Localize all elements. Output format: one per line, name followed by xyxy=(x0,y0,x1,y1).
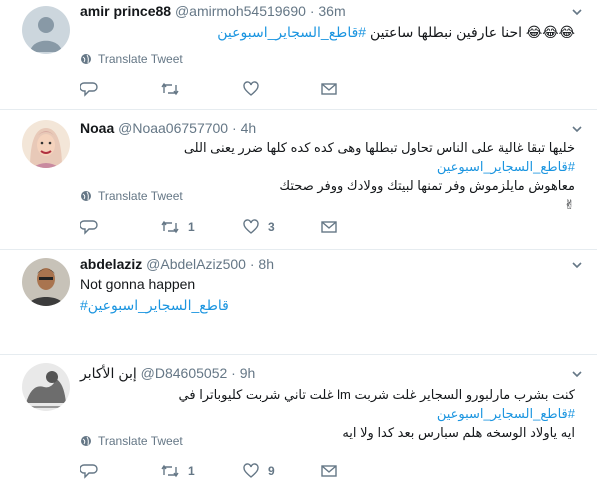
retweet-count: 1 xyxy=(188,220,195,234)
tweet-text-content: معاهوش مايلزموش وفر تمنها لبيتك وولادك و… xyxy=(279,178,575,193)
translate-tweet-button[interactable]: Translate Tweet xyxy=(80,52,183,66)
display-name[interactable]: abdelaziz xyxy=(80,256,142,272)
tweet-timestamp[interactable]: 8h xyxy=(258,256,274,272)
direct-message-button[interactable] xyxy=(320,463,338,479)
tweet-header: Noaa @Noaa06757700 · 4h xyxy=(80,120,256,136)
avatar[interactable] xyxy=(22,6,70,54)
display-name[interactable]: إبن الأكابر xyxy=(80,365,137,381)
like-count: 9 xyxy=(268,464,275,478)
user-handle[interactable]: @Noaa06757700 xyxy=(118,120,228,136)
tweet-text: Not gonna happen #قاطع_السجاير_اسبوعين xyxy=(80,275,575,315)
tweet-emoji: 😂😂😂 xyxy=(525,24,575,40)
separator-dot: · xyxy=(231,365,236,381)
tweet-actions: 1 9 xyxy=(80,463,350,483)
default-profile-icon xyxy=(22,6,70,54)
retweet-button[interactable]: 1 xyxy=(160,219,195,235)
reply-icon xyxy=(80,464,98,479)
tweet-item[interactable]: abdelaziz @AbdelAziz500 · 8h Not gonna h… xyxy=(0,250,597,355)
profile-photo-icon xyxy=(22,120,70,168)
retweet-icon xyxy=(161,464,179,478)
retweet-icon xyxy=(161,220,179,234)
like-icon xyxy=(243,463,259,478)
tweet-emoji: ✌ xyxy=(564,197,575,212)
profile-photo-icon xyxy=(22,363,70,411)
reply-button[interactable] xyxy=(80,81,106,97)
tweet-item[interactable]: Noaa @Noaa06757700 · 4h خليها تبقا غالية… xyxy=(0,110,597,250)
direct-message-icon xyxy=(321,83,337,95)
avatar[interactable] xyxy=(22,363,70,411)
caret-down-icon[interactable] xyxy=(571,123,583,135)
tweet-text-content: Not gonna happen xyxy=(80,276,196,292)
direct-message-button[interactable] xyxy=(320,219,338,235)
tweet-timestamp[interactable]: 4h xyxy=(241,120,257,136)
caret-down-icon[interactable] xyxy=(571,259,583,271)
retweet-icon xyxy=(161,82,179,96)
like-icon xyxy=(243,219,259,234)
user-handle[interactable]: @AbdelAziz500 xyxy=(146,256,246,272)
like-button[interactable] xyxy=(242,81,268,97)
tweet-timestamp[interactable]: 9h xyxy=(240,365,256,381)
user-handle[interactable]: @amirmoh54519690 xyxy=(175,3,306,19)
direct-message-icon xyxy=(321,465,337,477)
retweet-button[interactable] xyxy=(160,81,188,97)
avatar[interactable] xyxy=(22,258,70,306)
retweet-button[interactable]: 1 xyxy=(160,463,195,479)
tweet-text-content: كنت بشرب مارلبورو السجاير غلت شربت lm غل… xyxy=(178,387,575,402)
translate-tweet-button[interactable]: Translate Tweet xyxy=(80,434,183,448)
tweet-header: abdelaziz @AbdelAziz500 · 8h xyxy=(80,256,274,272)
tweet-text-content: احنا عارفين نبطلها ساعتين xyxy=(369,24,523,40)
translate-label: Translate Tweet xyxy=(98,52,183,66)
tweet-timestamp[interactable]: 36m xyxy=(318,3,345,19)
reply-icon xyxy=(80,220,98,235)
hashtag-link[interactable]: #قاطع_السجاير_اسبوعين xyxy=(437,406,575,421)
user-handle[interactable]: @D84605052 xyxy=(141,365,228,381)
globe-icon xyxy=(81,191,91,201)
tweet-item[interactable]: amir prince88 @amirmoh54519690 · 36m 😂😂😂… xyxy=(0,0,597,110)
tweet-header: إبن الأكابر @D84605052 · 9h xyxy=(80,365,255,382)
like-button[interactable]: 9 xyxy=(242,463,275,479)
tweet-text-content: خليها تبقا غالية على الناس تحاول تبطلها … xyxy=(183,140,575,155)
translate-label: Translate Tweet xyxy=(98,189,183,203)
tweet-text-content: ايه ياولاد الوسخه هلم سبارس بعد كدا ولا … xyxy=(342,425,575,440)
profile-photo-icon xyxy=(22,258,70,306)
hashtag-link[interactable]: #قاطع_السجاير_اسبوعين xyxy=(80,296,229,315)
tweet-text: 😂😂😂 احنا عارفين نبطلها ساعتين #قاطع_السج… xyxy=(80,23,575,42)
separator-dot: · xyxy=(309,3,315,19)
like-count: 3 xyxy=(268,220,275,234)
direct-message-button[interactable] xyxy=(320,81,338,97)
like-icon xyxy=(243,81,259,96)
caret-down-icon[interactable] xyxy=(571,368,583,380)
tweet-actions: 1 3 xyxy=(80,219,350,239)
tweet-header: amir prince88 @amirmoh54519690 · 36m xyxy=(80,3,346,19)
display-name[interactable]: Noaa xyxy=(80,120,114,136)
retweet-count: 1 xyxy=(188,464,195,478)
tweet-item[interactable]: إبن الأكابر @D84605052 · 9h كنت بشرب مار… xyxy=(0,355,597,496)
separator-dot: · xyxy=(232,120,237,136)
caret-down-icon[interactable] xyxy=(571,6,583,18)
tweet-actions xyxy=(80,81,350,101)
reply-button[interactable] xyxy=(80,463,106,479)
translate-tweet-button[interactable]: Translate Tweet xyxy=(80,189,183,203)
hashtag-link[interactable]: #قاطع_السجاير_اسبوعين xyxy=(217,24,366,40)
globe-icon xyxy=(81,54,91,64)
hashtag-link[interactable]: #قاطع_السجاير_اسبوعين xyxy=(437,159,575,174)
globe-icon xyxy=(81,436,91,446)
separator-dot: · xyxy=(249,256,255,272)
reply-icon xyxy=(80,82,98,97)
translate-label: Translate Tweet xyxy=(98,434,183,448)
avatar[interactable] xyxy=(22,120,70,168)
like-button[interactable]: 3 xyxy=(242,219,275,235)
display-name[interactable]: amir prince88 xyxy=(80,3,171,19)
direct-message-icon xyxy=(321,221,337,233)
timeline-feed: amir prince88 @amirmoh54519690 · 36m 😂😂😂… xyxy=(0,0,597,496)
reply-button[interactable] xyxy=(80,219,106,235)
